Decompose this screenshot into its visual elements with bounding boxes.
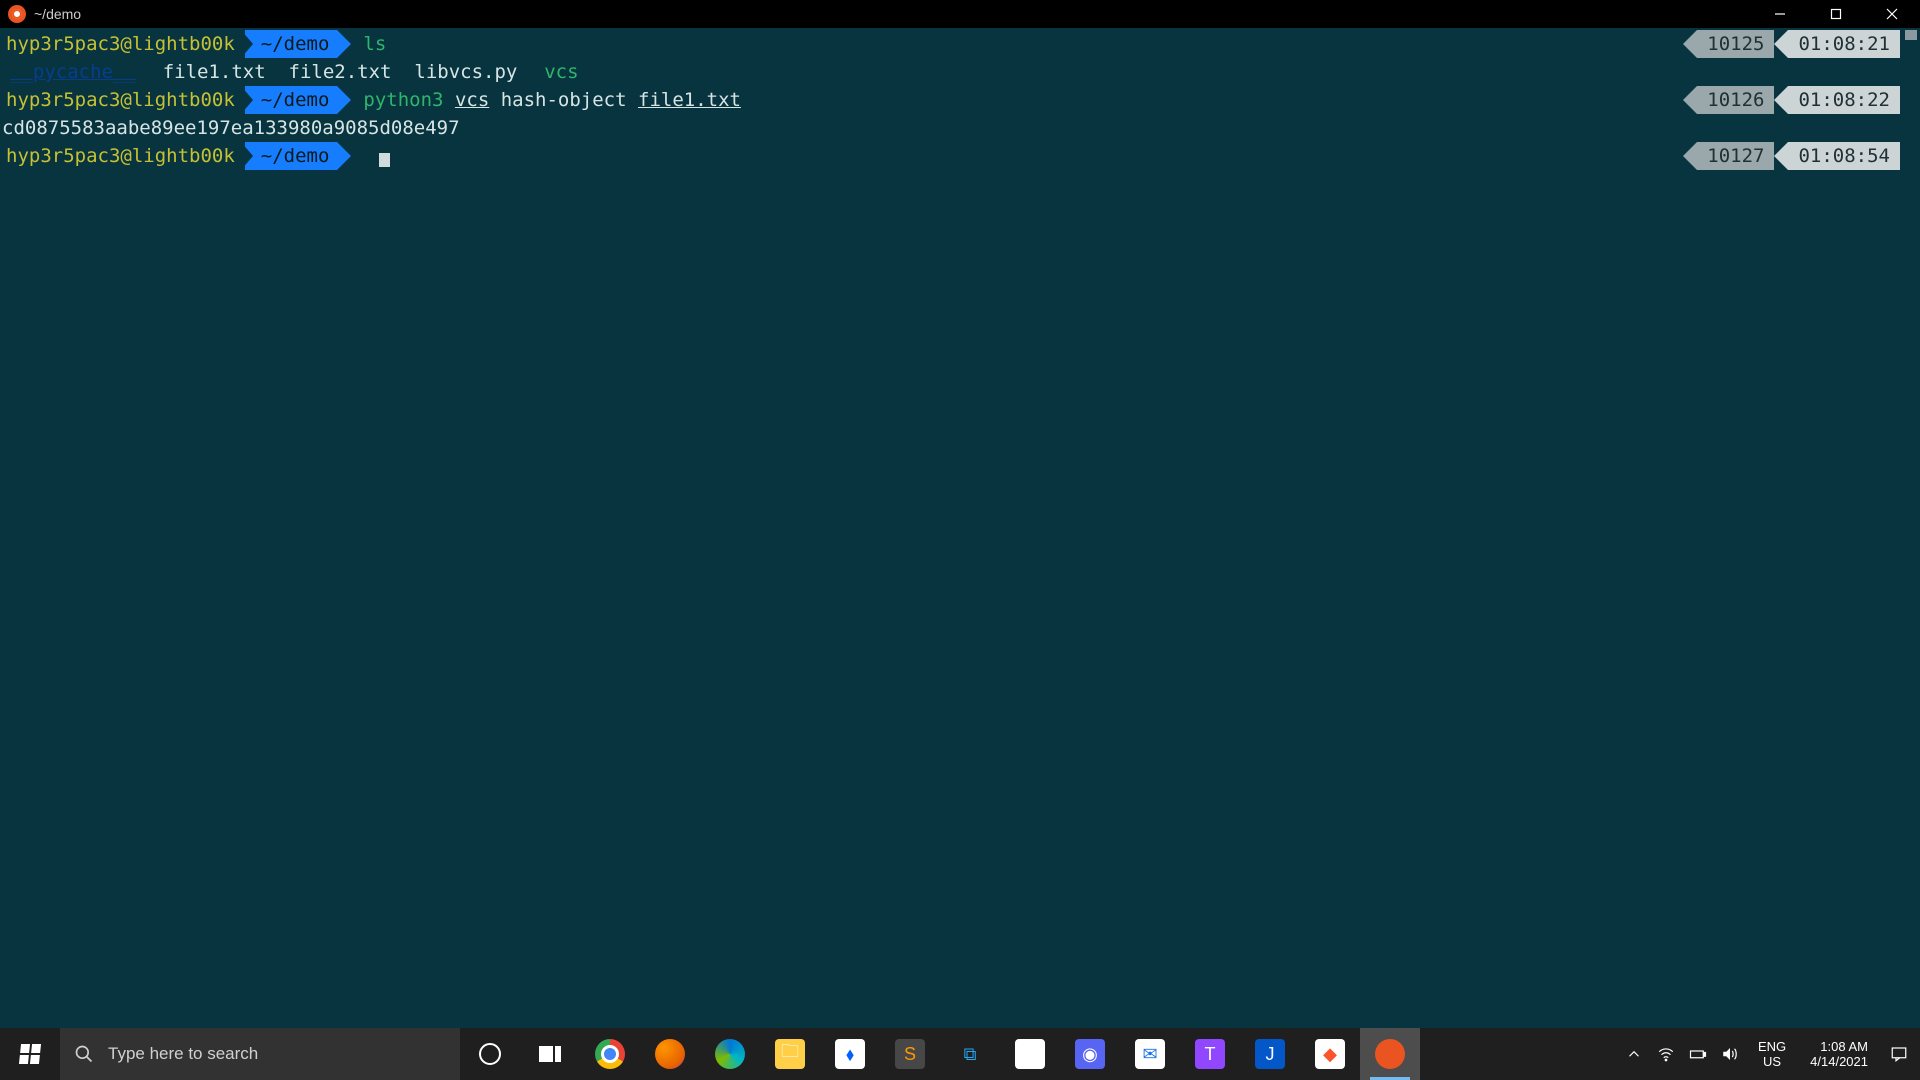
window-title: ~/demo xyxy=(34,6,81,22)
prompt-line: hyp3r5pac3@lightb00k ~/demo python3 vcs ha… xyxy=(0,86,1920,114)
user-host: hyp3r5pac3@lightb00k xyxy=(6,30,235,58)
taskbar-app-discord[interactable]: ◉ xyxy=(1060,1028,1120,1080)
minimize-button[interactable] xyxy=(1752,0,1808,28)
language-indicator[interactable]: ENG US xyxy=(1750,1039,1794,1069)
cwd-segment: ~/demo xyxy=(257,142,352,170)
titlebar: ~/demo xyxy=(0,0,1920,28)
taskbar-app-joplin[interactable]: J xyxy=(1240,1028,1300,1080)
taskbar-app-sublime[interactable]: S xyxy=(880,1028,940,1080)
taskbar-app-ubuntu[interactable] xyxy=(1360,1028,1420,1080)
right-prompt: 10125 01:08:21 xyxy=(1683,30,1900,58)
vscode-icon: ⧉ xyxy=(955,1039,985,1069)
notifications-button[interactable] xyxy=(1884,1045,1914,1063)
brave-icon: ◆ xyxy=(1315,1039,1345,1069)
clock-date: 4/14/2021 xyxy=(1810,1054,1868,1069)
prompt-line: hyp3r5pac3@lightb00k ~/demo ls 10125 01:08:2… xyxy=(0,30,1920,58)
cortana-icon xyxy=(479,1043,501,1065)
messages-icon: ✉ xyxy=(1135,1039,1165,1069)
lang-primary: ENG xyxy=(1758,1039,1786,1054)
edge-icon xyxy=(715,1039,745,1069)
lang-secondary: US xyxy=(1758,1054,1786,1069)
cortana-button[interactable] xyxy=(460,1028,520,1080)
prompt-time: 01:08:22 xyxy=(1788,86,1900,114)
cwd-segment: ~/demo xyxy=(257,30,352,58)
prompt-line: hyp3r5pac3@lightb00k ~/demo 10127 01:08:54 xyxy=(0,142,1920,170)
taskbar-app-chrome[interactable] xyxy=(580,1028,640,1080)
sublime-icon: S xyxy=(895,1039,925,1069)
discord-icon: ◉ xyxy=(1075,1039,1105,1069)
scrollbar[interactable] xyxy=(1900,28,1920,1028)
taskbar-app-messages[interactable]: ✉ xyxy=(1120,1028,1180,1080)
user-host: hyp3r5pac3@lightb00k xyxy=(6,86,235,114)
system-tray: ENG US 1:08 AM 4/14/2021 xyxy=(1616,1028,1920,1080)
wifi-icon[interactable] xyxy=(1654,1042,1678,1066)
taskbar-app-twitch[interactable]: T xyxy=(1180,1028,1240,1080)
windows-logo-icon xyxy=(19,1044,41,1064)
volume-icon[interactable] xyxy=(1718,1042,1742,1066)
search-placeholder: Type here to search xyxy=(108,1044,258,1064)
taskbar-app-slack[interactable]: ✱ xyxy=(1000,1028,1060,1080)
ls-output: __pycache__ file1.txt file2.txt libvcs.p… xyxy=(0,58,1920,86)
terminal[interactable]: hyp3r5pac3@lightb00k ~/demo ls 10125 01:08:2… xyxy=(0,28,1920,1028)
taskbar: Type here to search 🗀 ⬧ S ⧉ ✱ ◉ ✉ TJ ◆ ENG US 1:… xyxy=(0,1028,1920,1080)
firefox-icon xyxy=(655,1039,685,1069)
taskbar-app-edge[interactable] xyxy=(700,1028,760,1080)
tray-chevron-up-icon[interactable] xyxy=(1622,1042,1646,1066)
start-button[interactable] xyxy=(0,1028,60,1080)
ubuntu-icon xyxy=(8,5,26,23)
search-icon xyxy=(74,1044,94,1064)
cursor xyxy=(379,153,390,167)
close-button[interactable] xyxy=(1864,0,1920,28)
history-number: 10126 xyxy=(1697,86,1774,114)
prompt-time: 01:08:21 xyxy=(1788,30,1900,58)
task-view-button[interactable] xyxy=(520,1028,580,1080)
dropbox-icon: ⬧ xyxy=(835,1039,865,1069)
slack-icon: ✱ xyxy=(1015,1039,1045,1069)
battery-icon[interactable] xyxy=(1686,1042,1710,1066)
twitch-icon: T xyxy=(1195,1039,1225,1069)
right-prompt: 10127 01:08:54 xyxy=(1683,142,1900,170)
prompt-time: 01:08:54 xyxy=(1788,142,1900,170)
history-number: 10125 xyxy=(1697,30,1774,58)
right-prompt: 10126 01:08:22 xyxy=(1683,86,1900,114)
command: ls xyxy=(363,30,386,58)
taskbar-app-firefox[interactable] xyxy=(640,1028,700,1080)
ubuntu-icon xyxy=(1375,1039,1405,1069)
command: python3 vcs hash-object file1.txt xyxy=(363,86,741,114)
taskbar-app-dropbox[interactable]: ⬧ xyxy=(820,1028,880,1080)
cwd-segment: ~/demo xyxy=(257,86,352,114)
taskbar-app-brave[interactable]: ◆ xyxy=(1300,1028,1360,1080)
joplin-icon: J xyxy=(1255,1039,1285,1069)
command-output: cd0875583aabe89ee197ea133980a9085d08e497 xyxy=(0,114,1920,142)
taskbar-app-explorer[interactable]: 🗀 xyxy=(760,1028,820,1080)
history-number: 10127 xyxy=(1697,142,1774,170)
task-view-icon xyxy=(539,1046,561,1062)
user-host: hyp3r5pac3@lightb00k xyxy=(6,142,235,170)
clock-time: 1:08 AM xyxy=(1810,1039,1868,1054)
maximize-button[interactable] xyxy=(1808,0,1864,28)
clock[interactable]: 1:08 AM 4/14/2021 xyxy=(1802,1039,1876,1069)
taskbar-app-vscode[interactable]: ⧉ xyxy=(940,1028,1000,1080)
chrome-icon xyxy=(595,1039,625,1069)
search-box[interactable]: Type here to search xyxy=(60,1028,460,1080)
explorer-icon: 🗀 xyxy=(775,1039,805,1069)
